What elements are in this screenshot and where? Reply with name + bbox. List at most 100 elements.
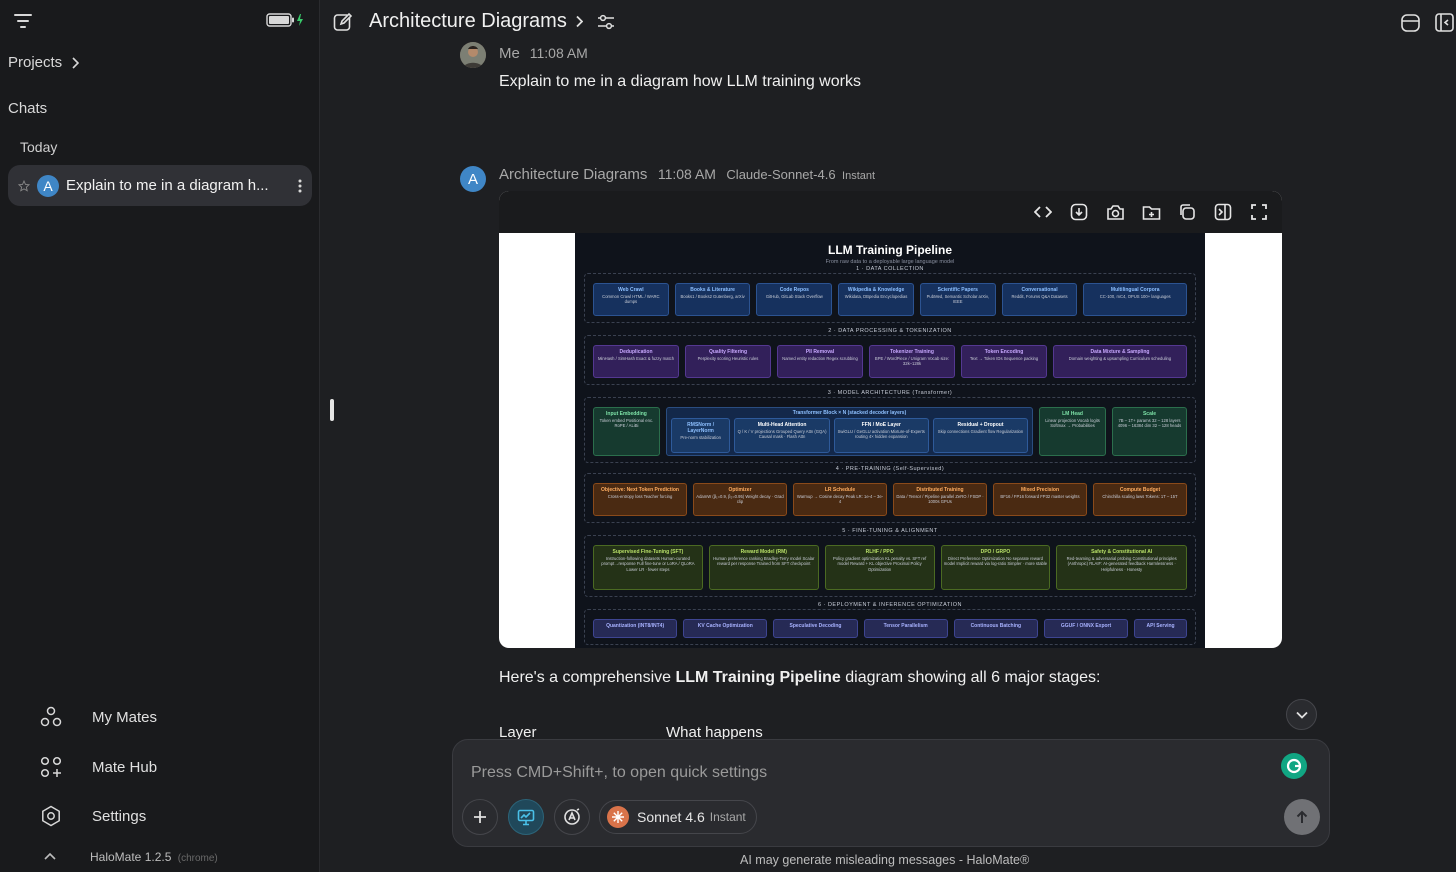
archive-icon[interactable] xyxy=(1400,12,1421,33)
artifact-preview[interactable]: LLM Training Pipeline From raw data to a… xyxy=(499,191,1282,648)
diagram-box: DPO / GRPO Direct Preference Optimization… xyxy=(940,545,1051,590)
diagram-box: RLHF / PPO Policy gradient optimization K… xyxy=(824,545,935,590)
send-button[interactable] xyxy=(1284,799,1320,835)
fullscreen-icon[interactable] xyxy=(1248,201,1270,223)
table-header: Layer xyxy=(499,724,537,739)
presentation-icon xyxy=(517,809,535,826)
agent-icon xyxy=(562,807,582,827)
folder-add-icon[interactable] xyxy=(1140,201,1162,223)
browser-label: (chrome) xyxy=(177,853,218,864)
stage-data-collection: 1 · DATA COLLECTION Web Crawl Common Craw… xyxy=(584,266,1196,323)
more-vertical-icon[interactable] xyxy=(298,179,302,193)
grid-plus-icon xyxy=(40,756,62,778)
code-icon[interactable] xyxy=(1032,201,1054,223)
page-title: Architecture Diagrams xyxy=(369,10,567,32)
panel-toggle-icon[interactable] xyxy=(1434,12,1454,33)
my-mates-nav[interactable]: My Mates xyxy=(40,706,157,728)
diagram-box: GGUF / ONNX Export xyxy=(1043,619,1129,638)
automation-button[interactable] xyxy=(554,799,590,835)
diagram-box: Scale 7B – 1T+ params 32 – 128 layers 409… xyxy=(1112,407,1187,456)
settings-nav[interactable]: Settings xyxy=(40,805,146,827)
diagram-box: API Serving xyxy=(1134,619,1188,638)
diagram-box: Quantization (INT8/INT4) xyxy=(593,619,678,638)
today-heading: Today xyxy=(20,139,58,155)
table-header: What happens xyxy=(666,724,763,739)
chats-heading: Chats xyxy=(8,100,48,117)
stage-pre-training: 4 · PRE-TRAINING (Self-Supervised) Objec… xyxy=(584,466,1196,523)
projects-label: Projects xyxy=(8,54,63,71)
diagram-box: Deduplication MinHash / SimHash Exact & f… xyxy=(593,345,679,378)
new-chat-icon[interactable] xyxy=(333,12,353,32)
diagram-canvas: LLM Training Pipeline From raw data to a… xyxy=(575,233,1205,648)
stage-deployment: 6 · DEPLOYMENT & INFERENCE OPTIMIZATION … xyxy=(584,602,1196,645)
diagram-box: Conversational Reddit, Forums Q&A Dataset… xyxy=(1001,283,1078,316)
composer: Press CMD+Shift+, to open quick settings xyxy=(452,739,1330,847)
transformer-block: Transformer Block × N (stacked decoder l… xyxy=(665,407,1034,456)
stage-label: 3 · MODEL ARCHITECTURE (Transformer) xyxy=(827,390,953,396)
diagram-box: Compute Budget Chinchilla scaling laws To… xyxy=(1093,483,1187,516)
model-name: Sonnet 4.6 xyxy=(637,809,705,825)
diagram-box: LR Schedule Warmup → Cosine decay Peak LR… xyxy=(793,483,887,516)
chevron-up-icon[interactable] xyxy=(44,852,56,860)
model-selector[interactable]: Sonnet 4.6 Instant xyxy=(599,800,757,834)
chat-item[interactable]: A Explain to me in a diagram h... xyxy=(8,165,312,206)
header-title[interactable]: Architecture Diagrams xyxy=(369,10,615,33)
artifact-toolbar xyxy=(499,191,1282,233)
battery-icon xyxy=(266,13,306,27)
assistant-message-text: Here's a comprehensive LLM Training Pipe… xyxy=(499,669,1101,687)
assistant-model-tag: Instant xyxy=(842,170,876,182)
split-view-icon[interactable] xyxy=(1212,201,1234,223)
grammarly-icon[interactable] xyxy=(1281,753,1307,779)
camera-icon[interactable] xyxy=(1104,201,1126,223)
scroll-down-button[interactable] xyxy=(1286,699,1317,730)
projects-link[interactable]: Projects xyxy=(8,54,80,71)
chevron-right-icon xyxy=(71,56,80,69)
sliders-icon[interactable] xyxy=(597,14,615,30)
my-mates-label: My Mates xyxy=(92,708,158,726)
assistant-avatar: A xyxy=(460,166,486,192)
diagram-box: Continuous Batching xyxy=(953,619,1038,638)
diagram-box: Books & Literature Books1 / Books2 Gutenb… xyxy=(674,283,751,316)
model-tag: Instant xyxy=(709,810,746,824)
message-input[interactable]: Press CMD+Shift+, to open quick settings xyxy=(471,764,767,782)
diagram-box: Token Encoding Text → Token IDs Sequence … xyxy=(961,345,1047,378)
user-name: Me xyxy=(499,45,520,62)
stage-model-architecture: 3 · MODEL ARCHITECTURE (Transformer) Inp… xyxy=(584,390,1196,463)
star-icon[interactable] xyxy=(18,179,30,192)
user-message-text: Explain to me in a diagram how LLM train… xyxy=(499,73,861,90)
chevron-right-icon xyxy=(575,15,583,28)
intro-text-end: diagram showing all 6 major stages: xyxy=(840,669,1101,686)
version-label: HaloMate 1.2.5 xyxy=(90,850,172,864)
diagram-box: Multi-Head Attention Q / K / V projection… xyxy=(734,418,830,453)
diagram-box: Speculative Decoding xyxy=(773,619,858,638)
settings-label: Settings xyxy=(92,807,147,825)
diagram-box: Tokenizer Training BPE / WordPiece / Unig… xyxy=(869,345,955,378)
add-button[interactable] xyxy=(462,799,498,835)
mates-icon xyxy=(40,706,62,728)
filter-icon[interactable] xyxy=(13,12,33,30)
diagram-box: Quality Filtering Perplexity scoring Heur… xyxy=(685,345,771,378)
sidebar-resize-handle[interactable] xyxy=(330,399,334,421)
download-icon[interactable] xyxy=(1068,201,1090,223)
diagram-box: Multilingual Corpora CC-100, mC4, OPUS 10… xyxy=(1083,283,1188,316)
sidebar: Projects Chats Today A Explain to me in … xyxy=(0,0,320,872)
diagram-box: Reward Model (RM) Human preference rankin… xyxy=(708,545,819,590)
diagram-box: FFN / MoE Layer SwiGLU / GeGLU activation… xyxy=(833,418,929,453)
mate-hub-nav[interactable]: Mate Hub xyxy=(40,756,157,778)
diagram-box: Objective: Next Token Prediction Cross-en… xyxy=(593,483,687,516)
version-info: HaloMate 1.2.5 (chrome) xyxy=(90,850,218,864)
diagram-title: LLM Training Pipeline xyxy=(827,243,952,257)
diagram-box: Supervised Fine-Tuning (SFT) Instruction-… xyxy=(593,545,703,590)
artifact-toggle-button[interactable] xyxy=(508,799,544,835)
copy-icon[interactable] xyxy=(1176,201,1198,223)
stage-label: 4 · PRE-TRAINING (Self-Supervised) xyxy=(835,466,945,472)
diagram-box: Distributed Training Data / Tensor / Pipe… xyxy=(893,483,987,516)
stage-label: 6 · DEPLOYMENT & INFERENCE OPTIMIZATION xyxy=(818,602,962,608)
model-logo-icon xyxy=(607,806,629,828)
assistant-name: Architecture Diagrams xyxy=(499,166,648,183)
user-time: 11:08 AM xyxy=(529,45,588,61)
diagram-box: LM Head Linear projection Vocab logits So… xyxy=(1039,407,1106,456)
plus-icon xyxy=(473,810,487,824)
stage-data-processing: 2 · DATA PROCESSING & TOKENIZATION Dedup… xyxy=(584,328,1196,385)
table-header-row: Layer What happens xyxy=(499,724,899,739)
